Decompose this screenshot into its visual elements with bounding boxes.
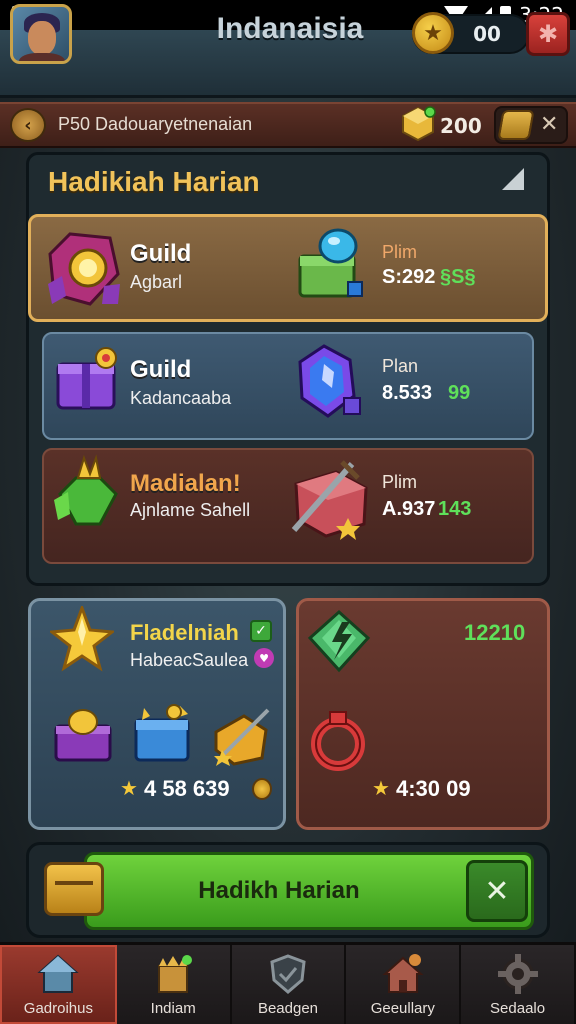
star-icon: ★ [120, 776, 138, 800]
gem-icon [402, 106, 436, 142]
card-subtitle: HabeacSaulea [130, 650, 249, 670]
coin-icon: ★ [412, 12, 454, 54]
star-button[interactable]: ✱ [526, 12, 570, 56]
house-icon [37, 954, 80, 993]
price-extra: 99 [448, 382, 471, 404]
row-sub: Kadancaaba [130, 388, 232, 408]
close-icon[interactable]: ✕ [540, 112, 558, 137]
row-name: Madialan! [130, 470, 241, 497]
claim-button-label: Hadikh Harian [198, 877, 360, 904]
price-value: 8.533 [382, 382, 433, 404]
price-value: A.937 [382, 498, 436, 520]
close-icon: ✕ [484, 873, 510, 909]
card-value: 4 58 639 [144, 776, 230, 801]
bottom-nav: Gadroihus Indiam Beadgen Geeullary Sedaa… [0, 942, 576, 1024]
sword-chest-icon [214, 708, 270, 766]
heart-icon: ♥ [254, 648, 274, 668]
sword-chest-icon [291, 460, 368, 540]
price-label: Plim [382, 242, 417, 262]
nav-item-sedaalo[interactable]: Sedaalo [461, 945, 576, 1024]
nav-label: Gadroihus [23, 1000, 93, 1017]
gem-value: 200 [440, 114, 482, 138]
price-label: Plan [382, 356, 419, 376]
check-icon: ✓ [250, 620, 272, 642]
gallery-house-icon [382, 954, 424, 993]
chest-icon [44, 862, 104, 916]
back-icon: ‹ [24, 114, 32, 136]
card-total: 4:30 09 [396, 776, 471, 801]
star-icon: ★ [372, 776, 390, 800]
nav-item-home[interactable]: Gadroihus [0, 945, 117, 1024]
fold-icon[interactable] [502, 168, 524, 190]
ticket-icon [497, 110, 535, 140]
price-value: S:292 [382, 266, 436, 288]
row-sub: Ajnlame Sahell [130, 500, 251, 520]
close-button[interactable]: ✕ [466, 860, 528, 922]
nav-item-beadgen[interactable]: Beadgen [232, 945, 347, 1024]
emerald-icon [307, 609, 371, 673]
page-title: Indanaisia [216, 12, 364, 45]
nav-label: Indiam [150, 1000, 196, 1017]
panel-title: Hadikiah Harian [48, 166, 260, 197]
price-extra: 143 [438, 498, 472, 520]
castle-icon [158, 955, 193, 993]
row-name: Guild [130, 240, 192, 267]
star-icon: ✱ [537, 20, 559, 48]
coin-value: 00 [473, 22, 501, 46]
medal-icon [252, 778, 272, 800]
guild-emblem-icon [48, 232, 120, 306]
row-name: Guild [130, 356, 192, 383]
crystal-icon [298, 344, 361, 418]
star-icon [50, 606, 114, 672]
row-sub: Agbarl [130, 272, 183, 292]
nav-label: Geeullary [370, 1000, 435, 1017]
chest-icon [134, 704, 190, 762]
nav-item-indiam[interactable]: Indiam [117, 945, 232, 1024]
purple-chest-icon [56, 347, 117, 410]
nav-item-geeullary[interactable]: Geeullary [346, 945, 462, 1024]
price-label: Plim [382, 472, 417, 492]
player-avatar[interactable] [10, 4, 72, 64]
gear-icon [497, 954, 538, 994]
nav-label: Beadgen [257, 1000, 319, 1017]
card-value: 12210 [464, 620, 526, 645]
shield-icon [270, 954, 306, 994]
price-extra: §S§ [440, 266, 476, 288]
red-ring-icon [311, 711, 365, 771]
chest-icon [54, 709, 112, 762]
sub-bar-text: P50 Dadouaryetnenaian [58, 114, 253, 134]
green-crown-icon [54, 454, 118, 526]
card-title: Fladelniah [130, 620, 239, 645]
back-button[interactable]: ‹ [10, 108, 46, 142]
gem-chest-icon [298, 228, 363, 298]
nav-label: Sedaalo [490, 1000, 546, 1017]
